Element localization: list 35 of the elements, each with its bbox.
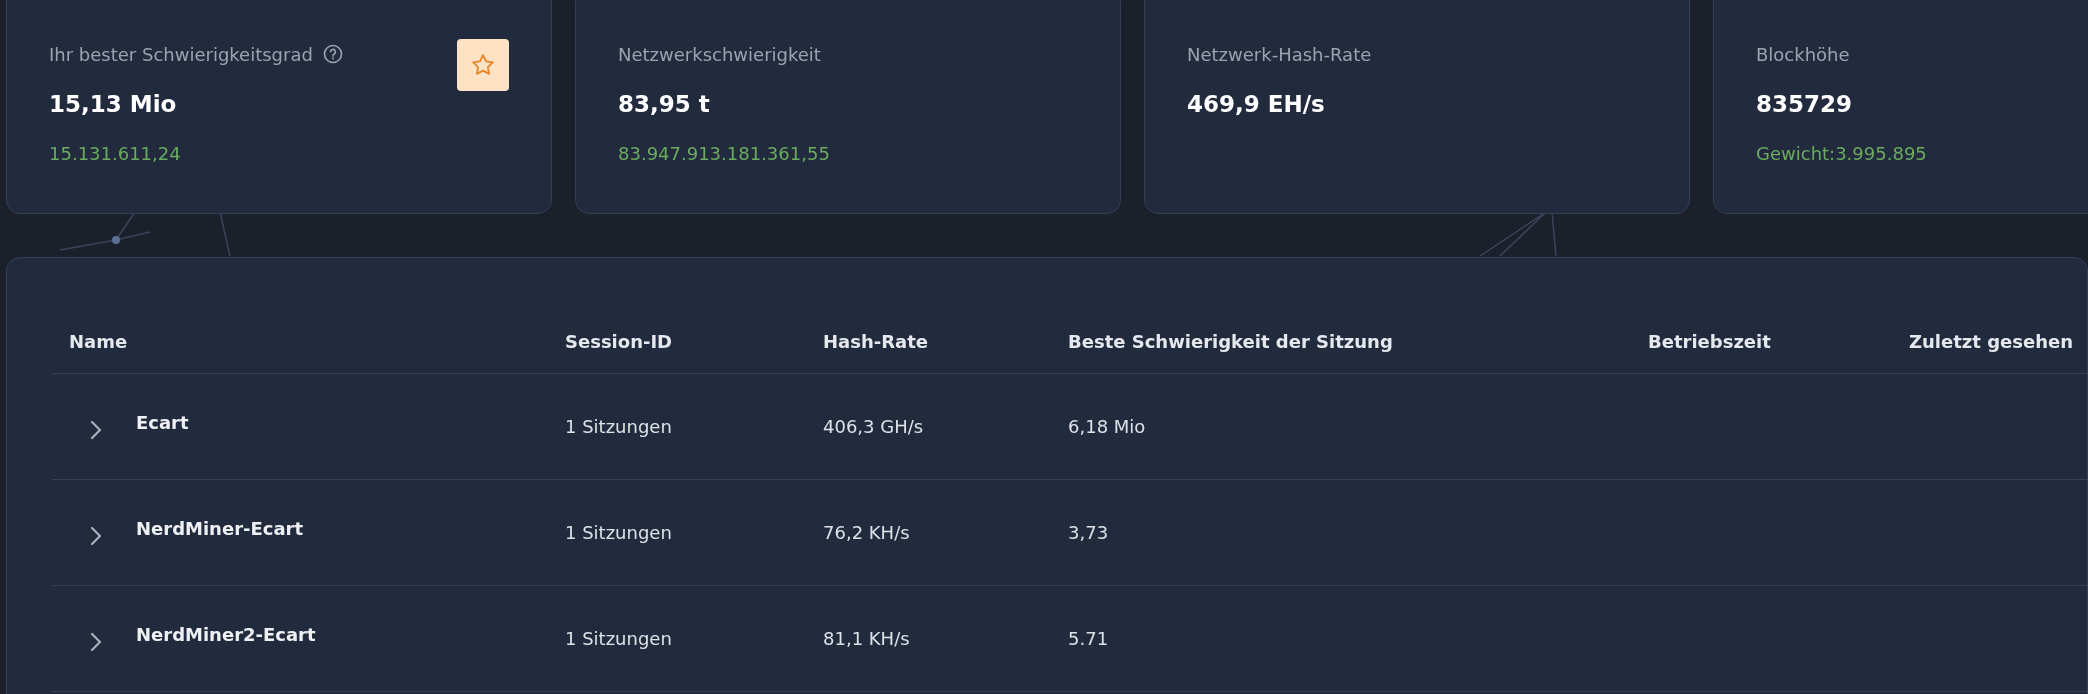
table-cell-text: 6,18 Mio xyxy=(1067,416,1147,437)
chevron-icon xyxy=(90,631,102,652)
table-cell-text: 81,1 KH/s xyxy=(822,628,911,649)
star-icon xyxy=(470,52,496,78)
table-cell-text: 76,2 KH/s xyxy=(822,522,911,543)
miner-name: NerdMiner-Ecart xyxy=(136,518,304,539)
column-header: Zuletzt gesehen xyxy=(1908,331,2075,352)
stat-label: Ihr bester Schwierigkeitsgrad xyxy=(49,43,313,65)
stat-detail: Gewicht:3.995.895 xyxy=(1756,143,1928,164)
chevron-icon xyxy=(90,525,102,546)
miner-name: Ecart xyxy=(136,412,189,433)
stat-detail: 15.131.611,24 xyxy=(49,143,182,164)
column-header: Betriebszeit xyxy=(1647,331,1772,352)
table-cell-text: 1 Sitzungen xyxy=(564,522,673,543)
star-button[interactable] xyxy=(457,39,509,91)
chevron-icon xyxy=(90,419,102,440)
stat-label: Netzwerkschwierigkeit xyxy=(618,43,821,65)
table-cell-text: 3,73 xyxy=(1067,522,1110,543)
stat-value: 469,9 EH/s xyxy=(1187,91,1326,117)
column-header: Name xyxy=(68,331,129,352)
table-cell-text: 1 Sitzungen xyxy=(564,628,673,649)
stat-detail: 83.947.913.181.361,55 xyxy=(618,143,831,164)
column-header: Beste Schwierigkeit der Sitzung xyxy=(1067,331,1394,352)
stat-label: Blockhöhe xyxy=(1756,43,1850,65)
table-cell-text: 406,3 GH/s xyxy=(822,416,925,437)
table-cell-text: 1 Sitzungen xyxy=(564,416,673,437)
help-icon[interactable] xyxy=(322,44,343,64)
stat-label: Netzwerk-Hash-Rate xyxy=(1187,43,1372,65)
stat-value: 15,13 Mio xyxy=(49,91,178,117)
stat-value: 835729 xyxy=(1756,91,1854,117)
miner-name: NerdMiner2-Ecart xyxy=(136,624,316,645)
column-header: Hash-Rate xyxy=(822,331,930,352)
table-cell-text: 5.71 xyxy=(1067,628,1110,649)
column-header: Session-ID xyxy=(564,331,674,352)
stat-value: 83,95 t xyxy=(618,91,711,117)
